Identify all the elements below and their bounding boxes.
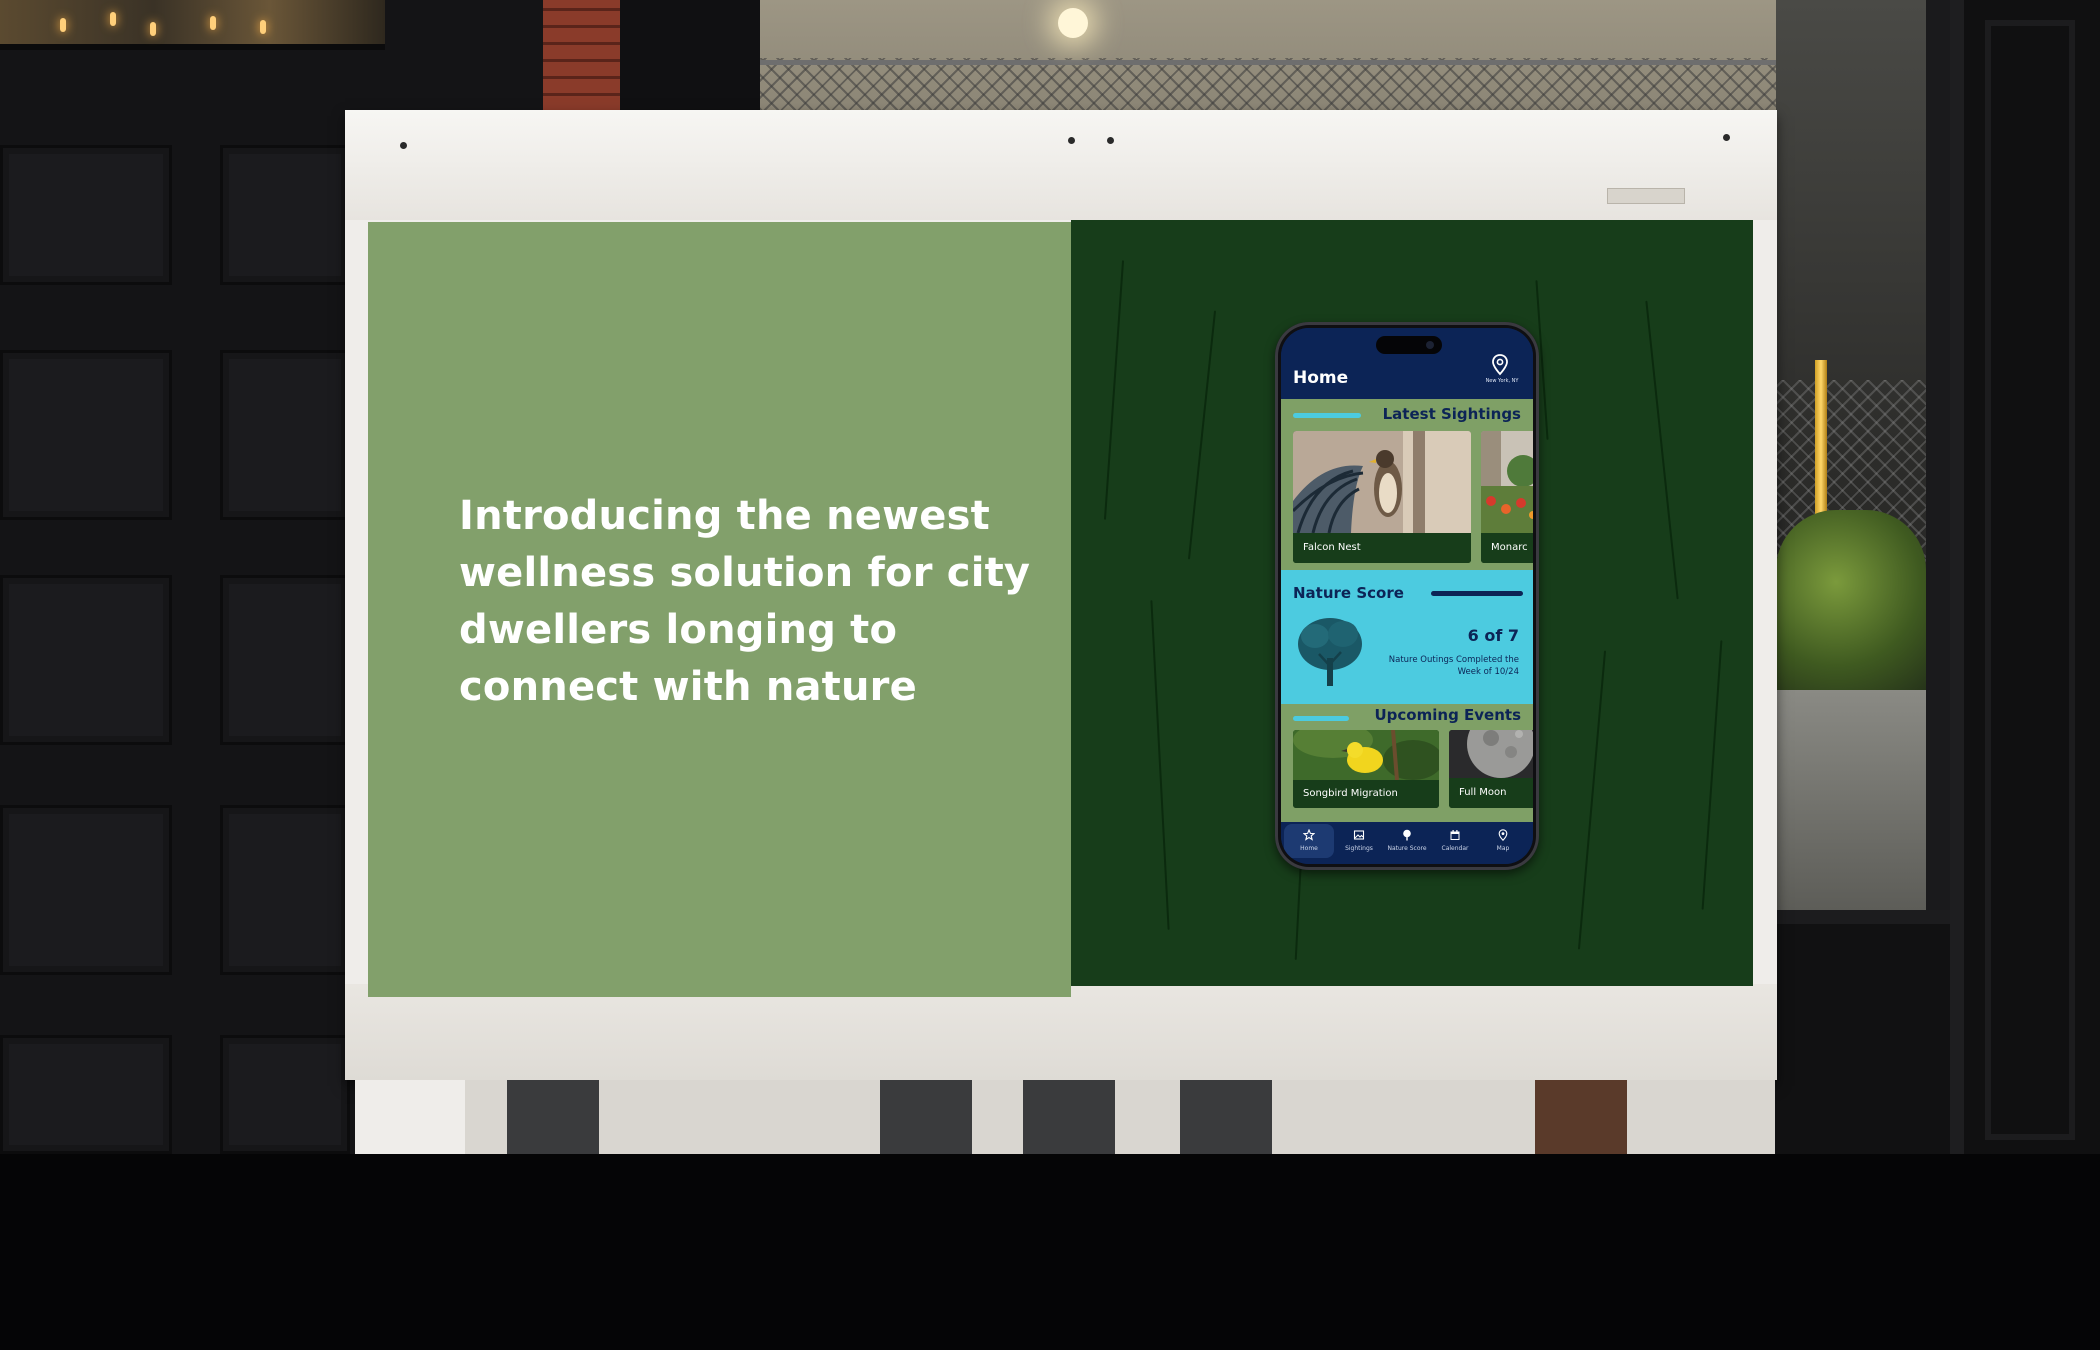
door-panels <box>0 130 350 1154</box>
latest-sightings-title: Latest Sightings <box>1382 405 1521 423</box>
tab-sightings[interactable]: Sightings <box>1334 824 1384 858</box>
chain-link-fence <box>760 58 1920 110</box>
poster-headline: Introducing the newest wellness solution… <box>459 493 1031 710</box>
tab-map[interactable]: Map <box>1478 824 1528 858</box>
right-door-panel <box>1985 20 2075 1140</box>
dynamic-island <box>1376 336 1442 354</box>
event-card-full-moon[interactable]: Full Moon <box>1449 730 1533 808</box>
card-label: Monarc <box>1481 533 1533 563</box>
moon-photo <box>1449 730 1533 778</box>
location-label: New York, NY <box>1485 378 1519 384</box>
street-flowers-photo <box>1481 431 1533 533</box>
tree-small-icon <box>1403 829 1411 841</box>
yellow-songbird-photo <box>1293 730 1439 780</box>
tab-label: Calendar <box>1441 845 1469 852</box>
section-accent-bar <box>1293 413 1361 418</box>
fence-rail <box>760 60 1920 65</box>
card-label: Falcon Nest <box>1293 533 1471 563</box>
card-label: Full Moon <box>1449 778 1533 808</box>
nature-score-title: Nature Score <box>1293 584 1404 602</box>
nature-score-value: 6 of 7 <box>1467 626 1519 645</box>
section-accent-bar <box>1431 591 1523 596</box>
tab-label: Nature Score <box>1387 845 1427 852</box>
tab-label: Map <box>1496 845 1510 852</box>
tab-nature-score[interactable]: Nature Score <box>1382 824 1432 858</box>
card-label: Songbird Migration <box>1293 780 1439 808</box>
falcon-on-balcony-photo <box>1293 431 1471 533</box>
bottom-tab-bar: Home Sightings Nature Score Calendar Map <box>1281 822 1533 864</box>
image-icon <box>1353 830 1365 840</box>
latest-sightings-section: Latest Sightings Falcon Nest Monarc <box>1281 399 1533 570</box>
window-sill <box>1776 910 1956 1154</box>
tab-label: Sightings <box>1345 845 1373 852</box>
upper-window <box>0 0 385 50</box>
nature-score-section[interactable]: Nature Score 6 of 7 Nature Outings Compl… <box>1281 570 1533 704</box>
concrete-planter <box>1776 690 1926 910</box>
map-pin-icon <box>1498 829 1508 841</box>
letterbox-bar <box>0 1154 2100 1350</box>
star-icon <box>1303 829 1315 841</box>
map-pin-icon[interactable] <box>1491 354 1509 376</box>
brick-column <box>543 0 621 110</box>
calendar-icon <box>1450 830 1460 840</box>
section-accent-bar <box>1293 716 1349 721</box>
frame-tag <box>1607 188 1685 204</box>
nature-score-caption: Nature Outings Completed the Week of 10/… <box>1388 655 1519 677</box>
tab-home[interactable]: Home <box>1284 824 1334 858</box>
page-title: Home <box>1293 368 1349 388</box>
tab-label: Home <box>1300 845 1318 852</box>
upcoming-events-section: Upcoming Events Songbird Migration Full … <box>1281 704 1533 822</box>
app-screen: Home New York, NY Latest Sightings Falco… <box>1281 328 1533 864</box>
tree-icon <box>1298 618 1362 686</box>
event-card-songbird-migration[interactable]: Songbird Migration <box>1293 730 1439 808</box>
upcoming-events-title: Upcoming Events <box>1374 706 1522 724</box>
billboard-bottom-rail <box>345 984 1777 1080</box>
dark-pilaster <box>620 0 760 110</box>
sighting-card-falcon-nest[interactable]: Falcon Nest <box>1293 431 1471 563</box>
shrub <box>1776 510 1926 690</box>
billboard-base <box>355 1080 1775 1154</box>
street-lamp <box>1058 8 1088 38</box>
billboard-top-rail <box>345 110 1777 220</box>
tab-calendar[interactable]: Calendar <box>1430 824 1480 858</box>
phone-mockup: Home New York, NY Latest Sightings Falco… <box>1275 322 1539 870</box>
sighting-card-monarch[interactable]: Monarc <box>1481 431 1533 563</box>
